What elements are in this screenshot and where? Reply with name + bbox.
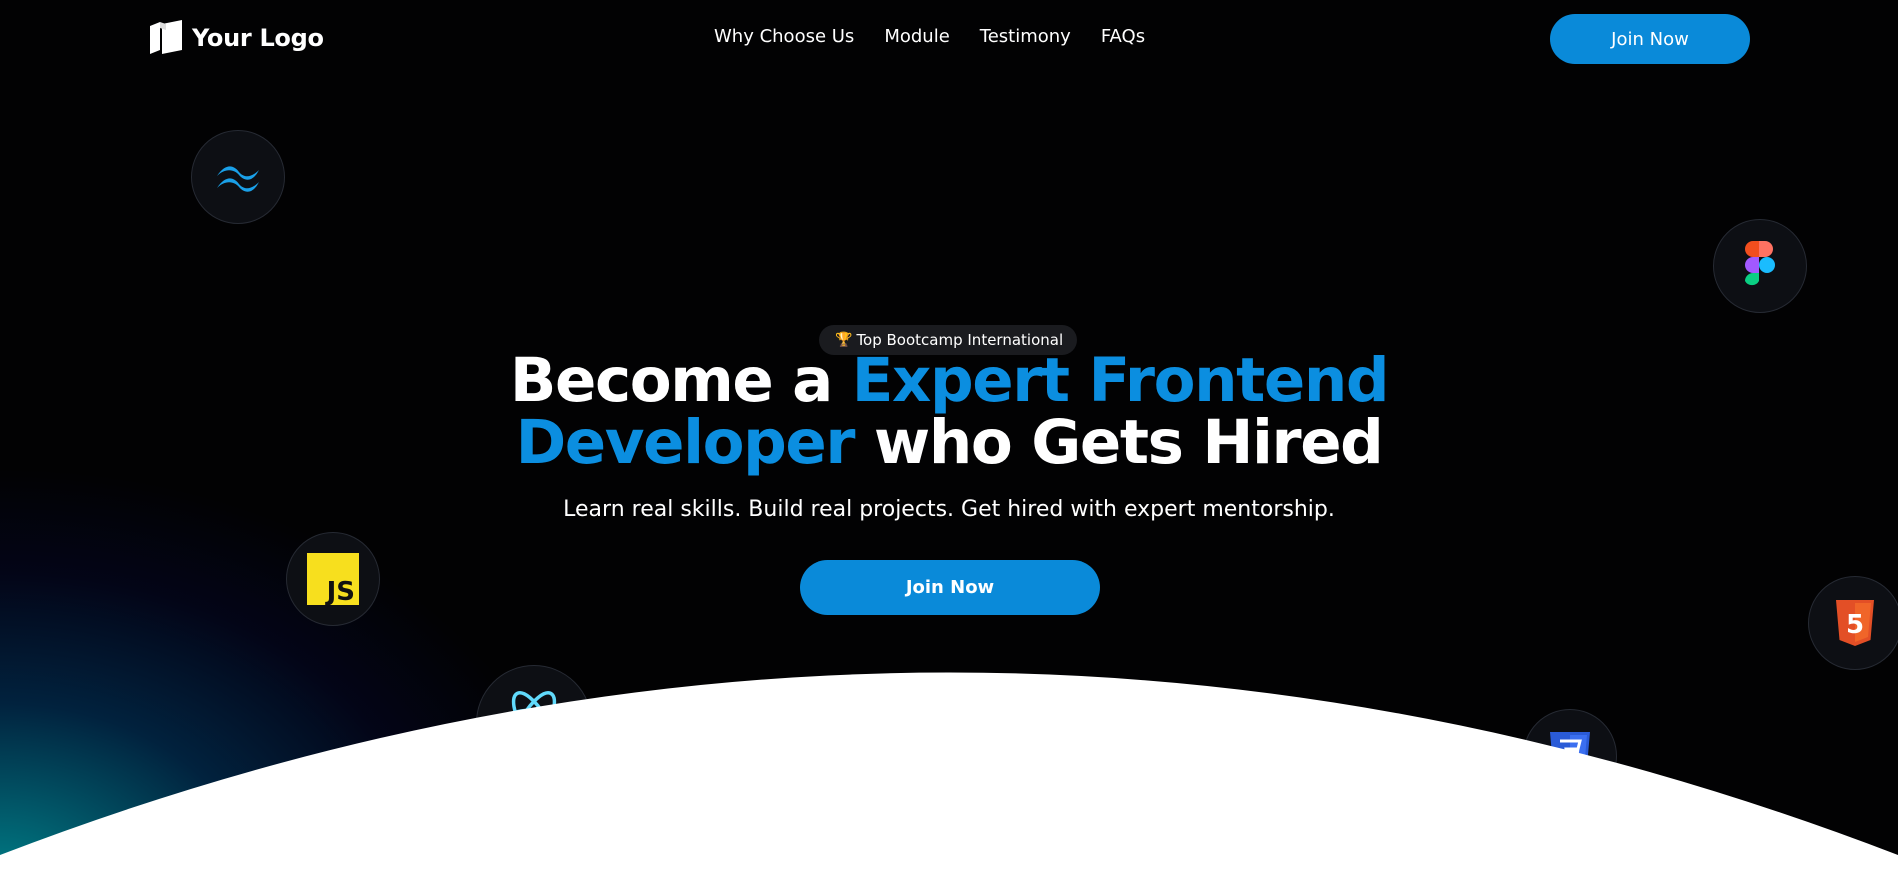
nav-join-button[interactable]: Join Now	[1550, 14, 1750, 64]
navbar: Your Logo Why Choose Us Module Testimony…	[0, 0, 1898, 78]
nav-link-why-choose-us[interactable]: Why Choose Us	[714, 26, 854, 47]
svg-text:5: 5	[1846, 610, 1864, 640]
nav-links: Why Choose Us Module Testimony FAQs	[714, 26, 1145, 47]
nav-link-faqs[interactable]: FAQs	[1101, 26, 1145, 47]
tailwind-icon	[191, 130, 285, 224]
headline-line2-accent: Developer	[515, 407, 856, 478]
react-icon	[476, 665, 592, 781]
javascript-icon: JS	[286, 532, 380, 626]
svg-text:JS: JS	[325, 577, 355, 605]
logo-text: Your Logo	[192, 24, 324, 52]
html5-icon: 5	[1808, 576, 1898, 670]
headline-line1-plain: Become a	[509, 345, 852, 416]
headline-line2-plain: who Gets Hired	[854, 407, 1384, 478]
figma-icon	[1713, 219, 1807, 313]
logo-icon	[150, 20, 182, 54]
nav-link-module[interactable]: Module	[884, 26, 949, 47]
hero-section: JS 5 Your Logo Why Choose Us Module Test…	[0, 0, 1898, 885]
nav-link-testimony[interactable]: Testimony	[980, 26, 1071, 47]
headline-line1-accent: Expert Frontend	[851, 345, 1390, 416]
css3-icon	[1523, 709, 1617, 803]
hero-join-button[interactable]: Join Now	[800, 560, 1100, 615]
hero-subheadline: Learn real skills. Build real projects. …	[563, 497, 1335, 522]
logo[interactable]: Your Logo	[150, 20, 324, 56]
hero-headline: Become a Expert Frontend Developer who G…	[0, 350, 1898, 474]
